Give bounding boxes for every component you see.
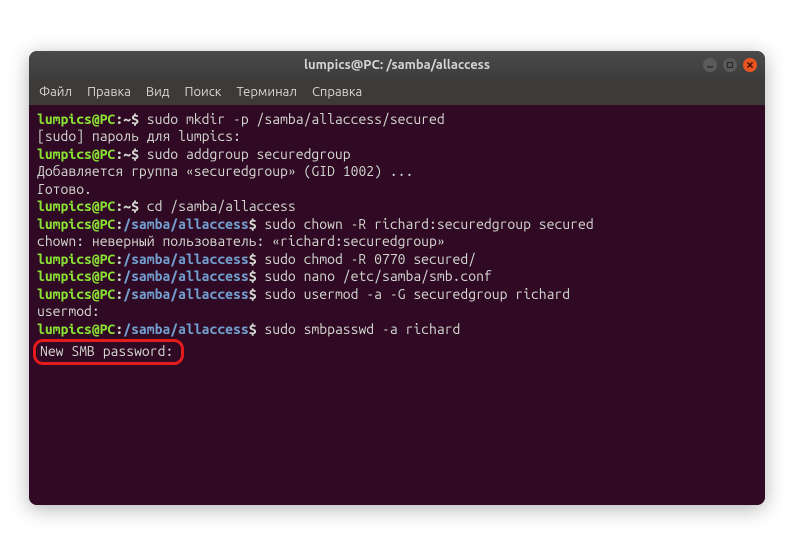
prompt-dollar: $: [249, 251, 257, 267]
prompt-dollar: $: [131, 198, 139, 214]
prompt-path: /samba/allaccess: [123, 321, 248, 337]
command-text: sudo smbpasswd -a richard: [257, 321, 461, 337]
command-text: sudo chown -R richard:securedgroup secur…: [257, 216, 594, 232]
terminal-line: lumpics@PC:~$ sudo addgroup securedgroup: [37, 146, 757, 164]
menu-edit[interactable]: Правка: [87, 85, 131, 99]
terminal-line: New SMB password:: [37, 338, 757, 365]
menubar: Файл Правка Вид Поиск Терминал Справка: [29, 79, 765, 105]
command-text: sudo usermod -a -G securedgroup richard: [257, 286, 571, 302]
prompt-user: lumpics@PC: [37, 198, 115, 214]
terminal-output: usermod:: [37, 303, 757, 321]
prompt-path: /samba/allaccess: [123, 251, 248, 267]
menu-terminal[interactable]: Терминал: [236, 85, 296, 99]
prompt-path: ~: [123, 146, 131, 162]
terminal-body[interactable]: lumpics@PC:~$ sudo mkdir -p /samba/allac…: [29, 105, 765, 505]
prompt-user: lumpics@PC: [37, 111, 115, 127]
prompt-dollar: $: [249, 216, 257, 232]
terminal-window: lumpics@PC: /samba/allaccess Файл Правка…: [29, 51, 765, 505]
command-text: sudo addgroup securedgroup: [139, 146, 351, 162]
prompt-dollar: $: [249, 321, 257, 337]
prompt-path: /samba/allaccess: [123, 268, 248, 284]
prompt-user: lumpics@PC: [37, 146, 115, 162]
menu-file[interactable]: Файл: [39, 85, 72, 99]
minimize-button[interactable]: [703, 58, 717, 72]
command-text: sudo mkdir -p /samba/allaccess/secured: [139, 111, 445, 127]
terminal-line: lumpics@PC:/samba/allaccess$ sudo chown …: [37, 216, 757, 234]
titlebar: lumpics@PC: /samba/allaccess: [29, 51, 765, 79]
terminal-output: Добавляется группа «securedgroup» (GID 1…: [37, 163, 757, 181]
prompt-dollar: $: [249, 286, 257, 302]
terminal-output: New SMB password:: [40, 343, 173, 359]
menu-view[interactable]: Вид: [146, 85, 170, 99]
highlight-annotation: New SMB password:: [33, 339, 184, 365]
terminal-line: lumpics@PC:/samba/allaccess$ sudo smbpas…: [37, 321, 757, 339]
menu-help[interactable]: Справка: [312, 85, 362, 99]
terminal-line: lumpics@PC:/samba/allaccess$ sudo usermo…: [37, 286, 757, 304]
terminal-line: lumpics@PC:/samba/allaccess$ sudo chmod …: [37, 251, 757, 269]
terminal-line: lumpics@PC:~$ sudo mkdir -p /samba/allac…: [37, 111, 757, 129]
terminal-output: [sudo] пароль для lumpics:: [37, 128, 757, 146]
terminal-output: Готово.: [37, 181, 757, 199]
close-icon: [746, 61, 754, 69]
command-text: sudo chmod -R 0770 secured/: [257, 251, 477, 267]
window-controls: [703, 58, 757, 72]
minimize-icon: [706, 61, 714, 69]
prompt-dollar: $: [131, 111, 139, 127]
prompt-user: lumpics@PC: [37, 216, 115, 232]
prompt-user: lumpics@PC: [37, 321, 115, 337]
prompt-user: lumpics@PC: [37, 268, 115, 284]
menu-search[interactable]: Поиск: [184, 85, 221, 99]
command-text: cd /samba/allaccess: [139, 198, 296, 214]
prompt-path: /samba/allaccess: [123, 286, 248, 302]
maximize-button[interactable]: [723, 58, 737, 72]
terminal-line: lumpics@PC:~$ cd /samba/allaccess: [37, 198, 757, 216]
terminal-output: chown: неверный пользователь: «richard:s…: [37, 233, 757, 251]
prompt-path: ~: [123, 198, 131, 214]
terminal-line: lumpics@PC:/samba/allaccess$ sudo nano /…: [37, 268, 757, 286]
prompt-path: /samba/allaccess: [123, 216, 248, 232]
prompt-user: lumpics@PC: [37, 286, 115, 302]
prompt-dollar: $: [249, 268, 257, 284]
command-text: sudo nano /etc/samba/smb.conf: [257, 268, 492, 284]
prompt-dollar: $: [131, 146, 139, 162]
window-title: lumpics@PC: /samba/allaccess: [304, 58, 490, 72]
close-button[interactable]: [743, 58, 757, 72]
maximize-icon: [726, 61, 734, 69]
prompt-path: ~: [123, 111, 131, 127]
prompt-user: lumpics@PC: [37, 251, 115, 267]
